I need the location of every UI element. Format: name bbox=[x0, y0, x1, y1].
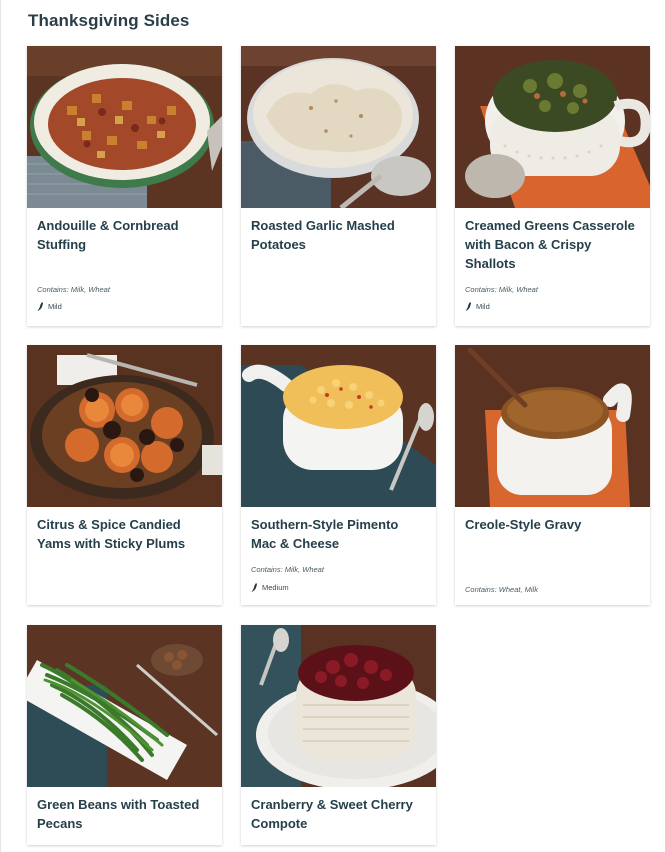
dish-name[interactable]: Southern-Style Pimento Mac & Cheese bbox=[241, 507, 436, 553]
dish-name[interactable]: Green Beans with Toasted Pecans bbox=[27, 787, 222, 833]
dish-card[interactable]: Cranberry & Sweet Cherry Compote bbox=[241, 625, 436, 845]
dish-name[interactable]: Andouille & Cornbread Stuffing bbox=[27, 208, 222, 254]
allergen-note: Contains: Milk, Wheat bbox=[251, 565, 324, 574]
dish-card[interactable]: Creamed Greens Casserole with Bacon & Cr… bbox=[455, 46, 650, 326]
dish-card[interactable]: Green Beans with Toasted Pecans bbox=[27, 625, 222, 845]
spice-label: Medium bbox=[262, 583, 289, 592]
stuffing-photo[interactable] bbox=[27, 46, 222, 208]
green-beans-photo[interactable] bbox=[27, 625, 222, 787]
allergen-note: Contains: Milk, Wheat bbox=[37, 285, 110, 294]
dish-name[interactable]: Roasted Garlic Mashed Potatoes bbox=[241, 208, 436, 254]
chili-pepper-icon bbox=[251, 583, 257, 592]
chili-pepper-icon bbox=[37, 302, 43, 311]
allergen-note: Contains: Milk, Wheat bbox=[465, 285, 538, 294]
dish-name[interactable]: Citrus & Spice Candied Yams with Sticky … bbox=[27, 507, 222, 553]
chili-pepper-icon bbox=[465, 302, 471, 311]
dish-card[interactable]: Andouille & Cornbread Stuffing Contains:… bbox=[27, 46, 222, 326]
dish-name[interactable]: Creole-Style Gravy bbox=[455, 507, 650, 534]
spice-label: Mild bbox=[48, 302, 62, 311]
section-title: Thanksgiving Sides bbox=[28, 11, 190, 30]
spice-level: Mild bbox=[465, 302, 490, 311]
spice-label: Mild bbox=[476, 302, 490, 311]
candied-yams-photo[interactable] bbox=[27, 345, 222, 507]
dish-card[interactable]: Southern-Style Pimento Mac & Cheese Cont… bbox=[241, 345, 436, 605]
creamed-greens-photo[interactable] bbox=[455, 46, 650, 208]
mashed-potatoes-photo[interactable] bbox=[241, 46, 436, 208]
dish-name[interactable]: Creamed Greens Casserole with Bacon & Cr… bbox=[455, 208, 650, 273]
spice-level: Medium bbox=[251, 583, 289, 592]
allergen-note: Contains: Wheat, Milk bbox=[465, 585, 538, 594]
page-left-border bbox=[0, 0, 1, 852]
gravy-photo[interactable] bbox=[455, 345, 650, 507]
spice-level: Mild bbox=[37, 302, 62, 311]
mac-and-cheese-photo[interactable] bbox=[241, 345, 436, 507]
dish-card[interactable]: Citrus & Spice Candied Yams with Sticky … bbox=[27, 345, 222, 605]
dish-card[interactable]: Creole-Style Gravy Contains: Wheat, Milk bbox=[455, 345, 650, 605]
cranberry-compote-photo[interactable] bbox=[241, 625, 436, 787]
dish-card[interactable]: Roasted Garlic Mashed Potatoes bbox=[241, 46, 436, 326]
dish-name[interactable]: Cranberry & Sweet Cherry Compote bbox=[241, 787, 436, 833]
